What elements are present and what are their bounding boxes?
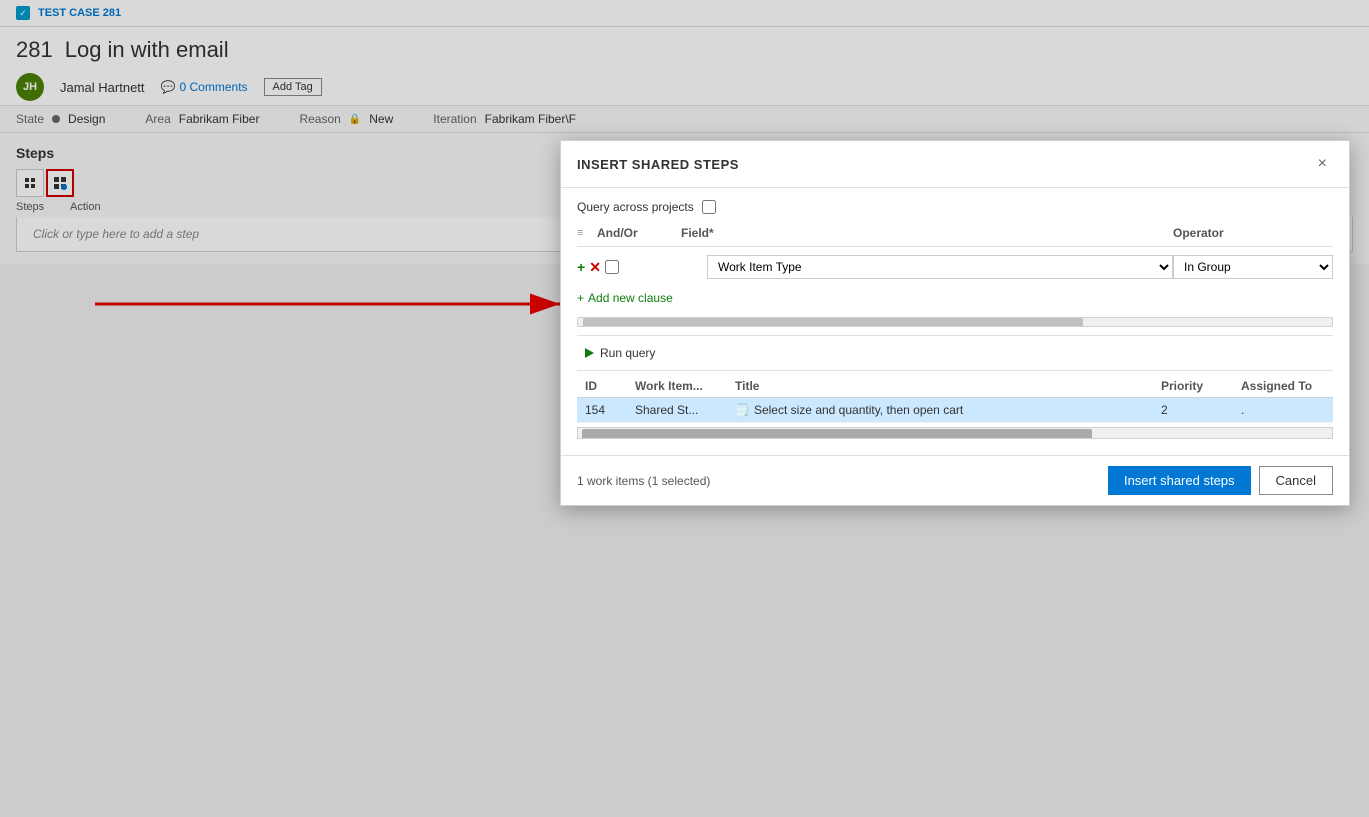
field-select[interactable]: Work Item Type [707, 255, 1173, 279]
footer-actions: Insert shared steps Cancel [1108, 466, 1333, 495]
run-query-button[interactable]: Run query [577, 342, 663, 364]
insert-shared-steps-button[interactable]: Insert shared steps [1108, 466, 1251, 495]
operator-select[interactable]: In Group [1173, 255, 1333, 279]
results-horizontal-scrollbar[interactable] [577, 427, 1333, 439]
modal-header: INSERT SHARED STEPS × [561, 141, 1349, 188]
drag-col-header: ≡ [577, 227, 597, 239]
cell-id: 154 [577, 398, 627, 423]
query-row: + ✕ Work Item Type In Group [577, 251, 1333, 283]
run-query-label: Run query [600, 346, 655, 360]
insert-shared-steps-modal: INSERT SHARED STEPS × Query across proje… [560, 140, 1350, 506]
cancel-button[interactable]: Cancel [1259, 466, 1333, 495]
cell-assigned: . [1233, 398, 1333, 423]
modal-footer: 1 work items (1 selected) Insert shared … [561, 455, 1349, 505]
run-query-section: Run query [577, 335, 1333, 371]
results-container: ID Work Item... Title Priority Assigned … [577, 375, 1333, 423]
modal-body: Query across projects ≡ And/Or Field* Op… [561, 188, 1349, 455]
query-table-header: ≡ And/Or Field* Operator [577, 226, 1333, 247]
cell-type: Shared St... [627, 398, 727, 423]
results-scroll-thumb [582, 429, 1092, 439]
horizontal-scrollbar[interactable] [577, 317, 1333, 327]
col-header-type: Work Item... [627, 375, 727, 398]
results-table: ID Work Item... Title Priority Assigned … [577, 375, 1333, 423]
andor-col-header: And/Or [597, 226, 677, 240]
col-header-priority: Priority [1153, 375, 1233, 398]
add-clause-icon[interactable]: + [577, 259, 585, 275]
add-clause-label: Add new clause [588, 291, 673, 305]
modal-close-button[interactable]: × [1312, 153, 1333, 175]
add-new-clause[interactable]: + Add new clause [577, 287, 1333, 309]
table-row[interactable]: 154 Shared St... 🗒️Select size and quant… [577, 398, 1333, 423]
query-options: Query across projects [577, 200, 1333, 214]
cell-title: 🗒️Select size and quantity, then open ca… [727, 398, 1153, 423]
row-actions: + ✕ [577, 259, 627, 276]
remove-clause-icon[interactable]: ✕ [589, 259, 601, 276]
col-header-title: Title [727, 375, 1153, 398]
add-clause-plus: + [577, 291, 584, 305]
field-col-header: Field* [677, 226, 1173, 240]
col-header-assigned: Assigned To [1233, 375, 1333, 398]
play-icon [585, 348, 594, 358]
query-across-label: Query across projects [577, 200, 694, 214]
query-across-checkbox[interactable] [702, 200, 716, 214]
scrollbar-thumb [583, 318, 1083, 327]
footer-status: 1 work items (1 selected) [577, 474, 710, 488]
cell-priority: 2 [1153, 398, 1233, 423]
row-checkbox[interactable] [605, 260, 619, 274]
shared-steps-icon: 🗒️ [735, 403, 750, 417]
operator-col-header: Operator [1173, 226, 1333, 240]
col-header-id: ID [577, 375, 627, 398]
modal-title: INSERT SHARED STEPS [577, 157, 739, 172]
